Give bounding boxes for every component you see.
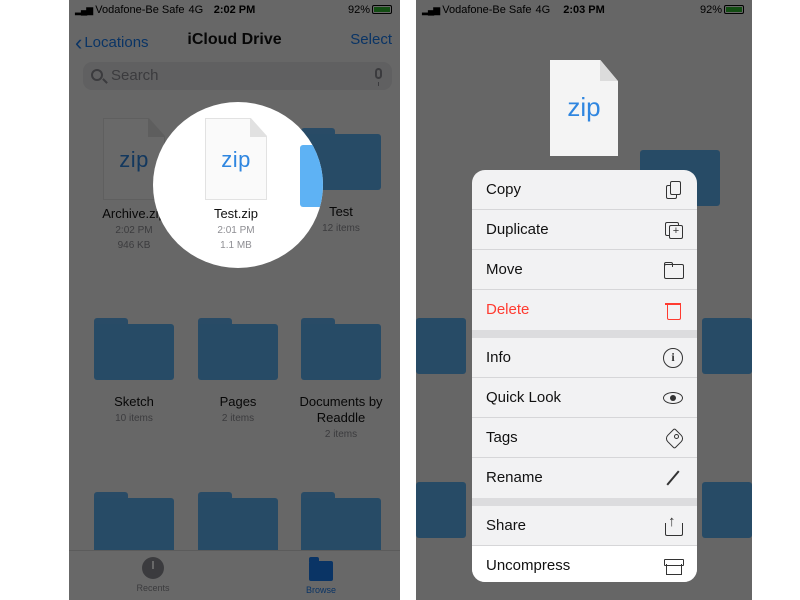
zip-glyph: zip (567, 92, 601, 122)
search-placeholder: Search (111, 67, 159, 84)
status-bar: ▂▄▆ Vodafone-Be Safe 4G 2:03 PM 92% (416, 4, 752, 20)
folder-icon (702, 318, 752, 374)
signal-icon: ▂▄▆ (422, 5, 440, 15)
search-input[interactable]: Search (83, 62, 392, 90)
folder-icon (702, 482, 752, 538)
menu-label: Duplicate (486, 221, 549, 238)
carrier-status: ▂▄▆ Vodafone-Be Safe 4G (75, 4, 203, 16)
menu-item-quick-look[interactable]: Quick Look (472, 378, 697, 418)
folder-icon (416, 482, 466, 538)
archive-icon (663, 556, 684, 576)
folder-documents-by-readdle[interactable]: Documents by Readdle 2 items (286, 308, 396, 441)
menu-label: Move (486, 261, 523, 278)
tab-label: Browse (305, 585, 336, 595)
menu-label: Quick Look (486, 389, 562, 406)
battery-percent: 92% (699, 4, 722, 16)
tab-bar: Recents Browse (69, 550, 400, 600)
folder-name: Sketch (114, 394, 154, 409)
battery-status: 92% (348, 4, 392, 16)
trash-icon (663, 300, 683, 320)
tag-icon (663, 428, 683, 448)
folder-name: Documents by Readdle (299, 394, 383, 425)
folder-unnamed[interactable] (183, 482, 293, 554)
context-menu: Copy Duplicate Move Delete Info i Quick … (472, 170, 697, 582)
battery-percent: 92% (347, 4, 370, 16)
microphone-icon[interactable] (375, 68, 382, 86)
battery-status: 92% (700, 4, 744, 16)
folder-icon (94, 318, 174, 380)
file-test-zip[interactable]: zip Test.zip 2:01 PM 1.1 MB (181, 118, 291, 252)
folder-icon (309, 557, 333, 581)
signal-icon: ▂▄▆ (75, 5, 93, 15)
menu-item-rename[interactable]: Rename (472, 458, 697, 498)
folder-sketch[interactable]: Sketch 10 items (79, 308, 189, 425)
menu-label: Copy (486, 181, 522, 198)
menu-item-uncompress[interactable]: Uncompress (472, 546, 697, 582)
battery-icon (724, 5, 744, 14)
select-button[interactable]: Select (350, 31, 392, 48)
folder-name: Pages (219, 394, 257, 409)
file-name: Test.zip (213, 206, 259, 221)
menu-item-info[interactable]: Info i (472, 338, 697, 378)
folder-count: 10 items (115, 413, 153, 424)
folder-icon (198, 318, 278, 380)
highlight-spotlight: zip Test.zip 2:01 PM 1.1 MB (153, 102, 323, 268)
network-type: 4G (535, 4, 551, 16)
file-size: 1.1 MB (220, 240, 252, 251)
menu-item-copy[interactable]: Copy (472, 170, 697, 210)
network-type: 4G (188, 4, 204, 16)
back-label: Locations (84, 34, 149, 51)
copy-icon (663, 180, 683, 200)
menu-label: Delete (486, 301, 530, 318)
folder-pages[interactable]: Pages 2 items (183, 308, 293, 425)
file-time: 2:01 PM (217, 225, 255, 236)
menu-item-duplicate[interactable]: Duplicate (472, 210, 697, 250)
eye-icon (663, 388, 683, 408)
folder-count: 2 items (324, 429, 358, 440)
duplicate-icon (663, 220, 683, 240)
clock-icon (142, 557, 164, 579)
tab-browse[interactable]: Browse (281, 557, 361, 595)
tab-recents[interactable]: Recents (113, 557, 193, 593)
pencil-icon (663, 468, 683, 488)
zip-file-preview: zip (550, 60, 618, 156)
menu-label: Share (486, 517, 527, 534)
folder-unnamed[interactable] (286, 482, 396, 554)
info-icon: i (663, 348, 683, 368)
carrier-name: Vodafone-Be Safe (442, 4, 532, 16)
left-screenshot: ▂▄▆ Vodafone-Be Safe 4G 2:02 PM 92% ‹ Locat… (69, 0, 400, 600)
folder-icon (416, 318, 466, 374)
zip-glyph: zip (221, 147, 251, 172)
folder-icon (301, 492, 381, 554)
menu-separator (472, 330, 697, 338)
carrier-name: Vodafone-Be Safe (95, 4, 185, 16)
back-button[interactable]: ‹ Locations (75, 30, 149, 56)
folder-icon (663, 260, 684, 280)
share-icon (663, 513, 683, 536)
status-bar: ▂▄▆ Vodafone-Be Safe 4G 2:02 PM 92% (69, 4, 400, 20)
folder-icon (198, 492, 278, 554)
search-icon (91, 69, 103, 81)
menu-item-delete[interactable]: Delete (472, 290, 697, 330)
carrier-status: ▂▄▆ Vodafone-Be Safe 4G (422, 4, 550, 16)
menu-item-move[interactable]: Move (472, 250, 697, 290)
folder-icon (300, 145, 323, 207)
folder-icon (301, 318, 381, 380)
menu-label: Rename (486, 469, 543, 486)
battery-icon (372, 5, 392, 14)
menu-label: Uncompress (486, 557, 571, 574)
folder-icon (94, 492, 174, 554)
file-size: 946 KB (117, 240, 151, 251)
menu-separator (472, 498, 697, 506)
menu-label: Info (486, 349, 512, 366)
menu-item-tags[interactable]: Tags (472, 418, 697, 458)
folder-count: 2 items (221, 413, 255, 424)
chevron-left-icon: ‹ (75, 30, 83, 55)
tab-label: Recents (136, 583, 170, 593)
zip-file-icon: zip (205, 118, 267, 200)
menu-label: Tags (486, 429, 518, 446)
menu-item-share[interactable]: Share (472, 506, 697, 546)
nav-bar: ‹ Locations iCloud Drive Select (69, 28, 400, 56)
folder-unnamed[interactable] (79, 482, 189, 554)
